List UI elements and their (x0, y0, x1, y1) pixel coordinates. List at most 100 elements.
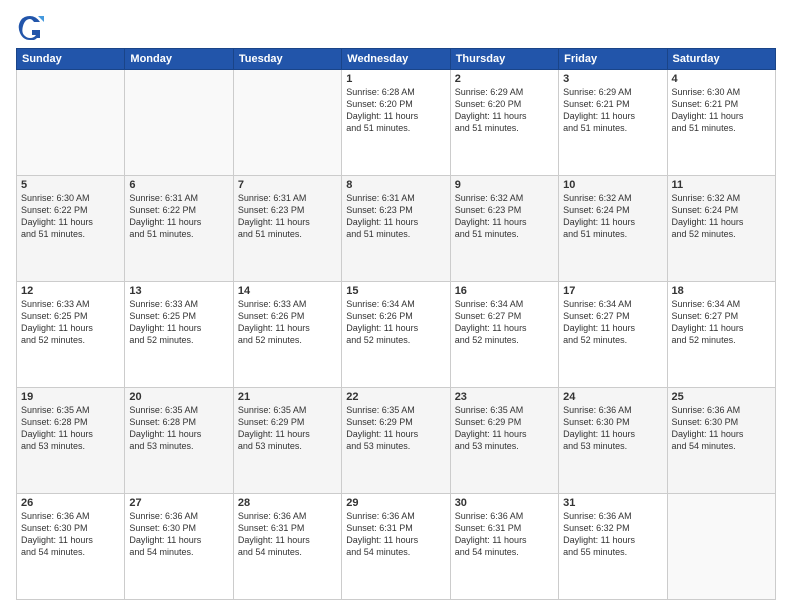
day-number: 30 (455, 497, 554, 509)
day-number: 2 (455, 73, 554, 85)
calendar-cell: 8Sunrise: 6:31 AM Sunset: 6:23 PM Daylig… (342, 176, 450, 282)
day-number: 20 (129, 391, 228, 403)
calendar-cell: 12Sunrise: 6:33 AM Sunset: 6:25 PM Dayli… (17, 282, 125, 388)
calendar-cell: 19Sunrise: 6:35 AM Sunset: 6:28 PM Dayli… (17, 388, 125, 494)
day-info: Sunrise: 6:36 AM Sunset: 6:31 PM Dayligh… (238, 510, 337, 559)
day-number: 22 (346, 391, 445, 403)
calendar-cell: 31Sunrise: 6:36 AM Sunset: 6:32 PM Dayli… (559, 494, 667, 600)
calendar-cell (125, 70, 233, 176)
day-info: Sunrise: 6:35 AM Sunset: 6:28 PM Dayligh… (21, 404, 120, 453)
header (16, 12, 776, 40)
day-number: 19 (21, 391, 120, 403)
calendar-cell: 28Sunrise: 6:36 AM Sunset: 6:31 PM Dayli… (233, 494, 341, 600)
weekday-header: Tuesday (233, 49, 341, 70)
day-number: 7 (238, 179, 337, 191)
day-number: 13 (129, 285, 228, 297)
calendar-cell: 10Sunrise: 6:32 AM Sunset: 6:24 PM Dayli… (559, 176, 667, 282)
day-info: Sunrise: 6:33 AM Sunset: 6:25 PM Dayligh… (129, 298, 228, 347)
calendar-cell: 6Sunrise: 6:31 AM Sunset: 6:22 PM Daylig… (125, 176, 233, 282)
day-info: Sunrise: 6:34 AM Sunset: 6:27 PM Dayligh… (672, 298, 771, 347)
logo-icon (16, 12, 44, 40)
day-number: 28 (238, 497, 337, 509)
day-info: Sunrise: 6:31 AM Sunset: 6:22 PM Dayligh… (129, 192, 228, 241)
day-info: Sunrise: 6:31 AM Sunset: 6:23 PM Dayligh… (346, 192, 445, 241)
day-number: 31 (563, 497, 662, 509)
calendar-cell: 4Sunrise: 6:30 AM Sunset: 6:21 PM Daylig… (667, 70, 775, 176)
day-info: Sunrise: 6:29 AM Sunset: 6:20 PM Dayligh… (455, 86, 554, 135)
day-info: Sunrise: 6:33 AM Sunset: 6:25 PM Dayligh… (21, 298, 120, 347)
weekday-header: Wednesday (342, 49, 450, 70)
day-number: 11 (672, 179, 771, 191)
day-number: 27 (129, 497, 228, 509)
calendar-cell: 26Sunrise: 6:36 AM Sunset: 6:30 PM Dayli… (17, 494, 125, 600)
weekday-header: Saturday (667, 49, 775, 70)
weekday-header: Thursday (450, 49, 558, 70)
calendar-cell (17, 70, 125, 176)
calendar-header: SundayMondayTuesdayWednesdayThursdayFrid… (17, 49, 776, 70)
calendar-cell: 18Sunrise: 6:34 AM Sunset: 6:27 PM Dayli… (667, 282, 775, 388)
calendar-cell: 3Sunrise: 6:29 AM Sunset: 6:21 PM Daylig… (559, 70, 667, 176)
calendar-cell: 5Sunrise: 6:30 AM Sunset: 6:22 PM Daylig… (17, 176, 125, 282)
day-number: 10 (563, 179, 662, 191)
calendar-cell: 23Sunrise: 6:35 AM Sunset: 6:29 PM Dayli… (450, 388, 558, 494)
calendar-cell: 20Sunrise: 6:35 AM Sunset: 6:28 PM Dayli… (125, 388, 233, 494)
day-number: 18 (672, 285, 771, 297)
calendar-cell: 21Sunrise: 6:35 AM Sunset: 6:29 PM Dayli… (233, 388, 341, 494)
calendar-cell: 17Sunrise: 6:34 AM Sunset: 6:27 PM Dayli… (559, 282, 667, 388)
weekday-header: Sunday (17, 49, 125, 70)
calendar-week-row: 5Sunrise: 6:30 AM Sunset: 6:22 PM Daylig… (17, 176, 776, 282)
day-info: Sunrise: 6:36 AM Sunset: 6:32 PM Dayligh… (563, 510, 662, 559)
day-info: Sunrise: 6:34 AM Sunset: 6:26 PM Dayligh… (346, 298, 445, 347)
day-info: Sunrise: 6:32 AM Sunset: 6:23 PM Dayligh… (455, 192, 554, 241)
day-info: Sunrise: 6:35 AM Sunset: 6:29 PM Dayligh… (238, 404, 337, 453)
calendar: SundayMondayTuesdayWednesdayThursdayFrid… (16, 48, 776, 600)
day-number: 6 (129, 179, 228, 191)
page: SundayMondayTuesdayWednesdayThursdayFrid… (0, 0, 792, 612)
calendar-cell: 16Sunrise: 6:34 AM Sunset: 6:27 PM Dayli… (450, 282, 558, 388)
day-info: Sunrise: 6:36 AM Sunset: 6:31 PM Dayligh… (346, 510, 445, 559)
calendar-body: 1Sunrise: 6:28 AM Sunset: 6:20 PM Daylig… (17, 70, 776, 600)
day-number: 8 (346, 179, 445, 191)
day-number: 3 (563, 73, 662, 85)
day-number: 17 (563, 285, 662, 297)
day-info: Sunrise: 6:33 AM Sunset: 6:26 PM Dayligh… (238, 298, 337, 347)
day-info: Sunrise: 6:34 AM Sunset: 6:27 PM Dayligh… (563, 298, 662, 347)
calendar-week-row: 1Sunrise: 6:28 AM Sunset: 6:20 PM Daylig… (17, 70, 776, 176)
calendar-cell: 30Sunrise: 6:36 AM Sunset: 6:31 PM Dayli… (450, 494, 558, 600)
day-info: Sunrise: 6:32 AM Sunset: 6:24 PM Dayligh… (672, 192, 771, 241)
day-number: 29 (346, 497, 445, 509)
day-info: Sunrise: 6:36 AM Sunset: 6:30 PM Dayligh… (672, 404, 771, 453)
day-info: Sunrise: 6:36 AM Sunset: 6:31 PM Dayligh… (455, 510, 554, 559)
calendar-cell (667, 494, 775, 600)
day-info: Sunrise: 6:30 AM Sunset: 6:21 PM Dayligh… (672, 86, 771, 135)
calendar-cell: 22Sunrise: 6:35 AM Sunset: 6:29 PM Dayli… (342, 388, 450, 494)
day-info: Sunrise: 6:35 AM Sunset: 6:28 PM Dayligh… (129, 404, 228, 453)
logo (16, 12, 48, 40)
day-number: 23 (455, 391, 554, 403)
day-number: 16 (455, 285, 554, 297)
day-number: 15 (346, 285, 445, 297)
calendar-cell (233, 70, 341, 176)
day-info: Sunrise: 6:36 AM Sunset: 6:30 PM Dayligh… (563, 404, 662, 453)
day-info: Sunrise: 6:31 AM Sunset: 6:23 PM Dayligh… (238, 192, 337, 241)
day-number: 21 (238, 391, 337, 403)
calendar-cell: 1Sunrise: 6:28 AM Sunset: 6:20 PM Daylig… (342, 70, 450, 176)
day-number: 25 (672, 391, 771, 403)
day-number: 1 (346, 73, 445, 85)
calendar-week-row: 26Sunrise: 6:36 AM Sunset: 6:30 PM Dayli… (17, 494, 776, 600)
day-info: Sunrise: 6:32 AM Sunset: 6:24 PM Dayligh… (563, 192, 662, 241)
weekday-row: SundayMondayTuesdayWednesdayThursdayFrid… (17, 49, 776, 70)
calendar-cell: 14Sunrise: 6:33 AM Sunset: 6:26 PM Dayli… (233, 282, 341, 388)
day-number: 14 (238, 285, 337, 297)
calendar-cell: 11Sunrise: 6:32 AM Sunset: 6:24 PM Dayli… (667, 176, 775, 282)
calendar-week-row: 12Sunrise: 6:33 AM Sunset: 6:25 PM Dayli… (17, 282, 776, 388)
day-info: Sunrise: 6:35 AM Sunset: 6:29 PM Dayligh… (455, 404, 554, 453)
day-info: Sunrise: 6:28 AM Sunset: 6:20 PM Dayligh… (346, 86, 445, 135)
calendar-cell: 2Sunrise: 6:29 AM Sunset: 6:20 PM Daylig… (450, 70, 558, 176)
day-info: Sunrise: 6:36 AM Sunset: 6:30 PM Dayligh… (21, 510, 120, 559)
day-info: Sunrise: 6:34 AM Sunset: 6:27 PM Dayligh… (455, 298, 554, 347)
calendar-cell: 24Sunrise: 6:36 AM Sunset: 6:30 PM Dayli… (559, 388, 667, 494)
weekday-header: Friday (559, 49, 667, 70)
day-info: Sunrise: 6:30 AM Sunset: 6:22 PM Dayligh… (21, 192, 120, 241)
calendar-cell: 9Sunrise: 6:32 AM Sunset: 6:23 PM Daylig… (450, 176, 558, 282)
